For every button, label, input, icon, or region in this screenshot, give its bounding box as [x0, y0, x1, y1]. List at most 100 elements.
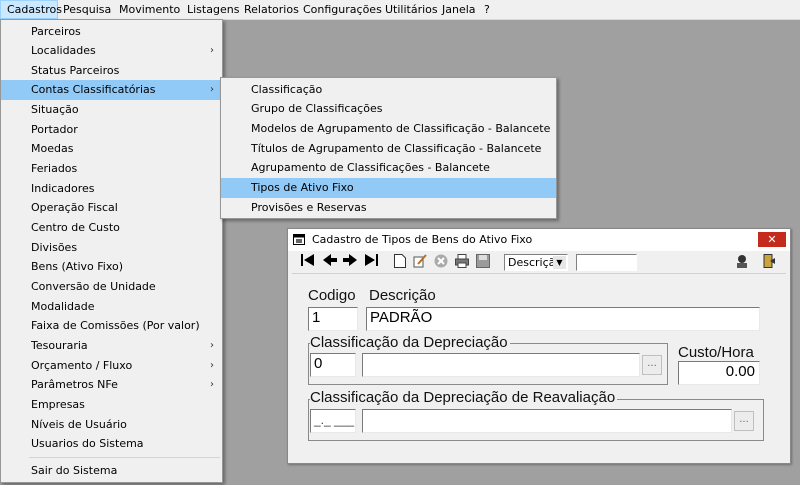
chevron-right-icon: ›	[210, 360, 214, 371]
menu-item-label: Centro de Custo	[31, 221, 120, 234]
menu-listagens[interactable]: Listagens	[187, 0, 239, 19]
chevron-right-icon: ›	[210, 340, 214, 351]
codigo-field[interactable]: 1	[308, 307, 358, 331]
menu-item-label: Situação	[31, 103, 79, 116]
classificacao-depreciacao-lookup-button[interactable]: ...	[642, 355, 662, 375]
menu-movimento[interactable]: Movimento	[119, 0, 180, 19]
menu-item-label: Bens (Ativo Fixo)	[31, 260, 124, 273]
search-field-select[interactable]: Descrição ▼	[504, 254, 568, 271]
prev-record-icon[interactable]	[322, 254, 338, 270]
menu-item-label: Provisões e Reservas	[251, 201, 367, 214]
window-title: Cadastro de Tipos de Bens do Ativo Fixo	[312, 233, 533, 246]
menu-pesquisa[interactable]: Pesquisa	[63, 0, 111, 19]
menu-item-portador[interactable]: Portador	[1, 120, 222, 140]
submenu-item-tipos-de-ativo-fixo[interactable]: Tipos de Ativo Fixo	[221, 178, 556, 198]
classificacao-depreciacao-desc-field[interactable]	[362, 353, 640, 377]
menu-item-label: Empresas	[31, 398, 85, 411]
menu-item-niveis-de-usuario[interactable]: Níveis de Usuário	[1, 415, 222, 435]
classificacao-depreciacao-code-field[interactable]: 0	[310, 353, 356, 377]
menu-utilitarios[interactable]: Utilitários	[385, 0, 438, 19]
chevron-right-icon: ›	[210, 45, 214, 56]
menu-item-parametros-nfe[interactable]: Parâmetros NFe ›	[1, 375, 222, 395]
delete-record-icon[interactable]	[433, 254, 449, 270]
submenu-item-grupo-de-classificacoes[interactable]: Grupo de Classificações	[221, 99, 556, 119]
menu-item-label: Moedas	[31, 142, 74, 155]
menu-item-moedas[interactable]: Moedas	[1, 139, 222, 159]
menu-item-feriados[interactable]: Feriados	[1, 159, 222, 179]
menu-item-label: Status Parceiros	[31, 64, 120, 77]
menu-item-label: Contas Classificatórias	[31, 83, 156, 96]
menu-item-situacao[interactable]: Situação	[1, 100, 222, 120]
exit-door-icon[interactable]	[761, 254, 777, 270]
next-record-icon[interactable]	[342, 254, 358, 270]
cadastros-dropdown: Parceiros Localidades › Status Parceiros …	[0, 19, 223, 483]
menu-cadastros[interactable]: Cadastros	[0, 0, 62, 19]
print-icon[interactable]	[454, 254, 470, 270]
descricao-field[interactable]: PADRÃO	[366, 307, 760, 331]
menu-item-indicadores[interactable]: Indicadores	[1, 179, 222, 199]
edit-record-icon[interactable]	[412, 254, 428, 270]
user-icon[interactable]	[734, 254, 750, 270]
menu-item-conversao-de-unidade[interactable]: Conversão de Unidade	[1, 277, 222, 297]
submenu-item-modelos-de-agrupamento[interactable]: Modelos de Agrupamento de Classificação …	[221, 119, 556, 139]
record-toolbar: Descrição ▼	[292, 251, 786, 274]
menu-bar: Cadastros Pesquisa Movimento Listagens R…	[0, 0, 800, 20]
menu-separator	[29, 457, 220, 458]
menu-item-bens-ativo-fixo[interactable]: Bens (Ativo Fixo)	[1, 257, 222, 277]
classificacao-reavaliacao-label: Classificação da Depreciação de Reavalia…	[310, 389, 618, 406]
menu-item-label: Níveis de Usuário	[31, 418, 127, 431]
new-record-icon[interactable]	[392, 254, 408, 270]
menu-item-empresas[interactable]: Empresas	[1, 395, 222, 415]
chevron-down-icon: ▼	[553, 256, 566, 269]
chevron-right-icon: ›	[210, 379, 214, 390]
classificacao-depreciacao-label: Classificação da Depreciação	[310, 334, 510, 351]
search-input[interactable]	[576, 254, 637, 271]
classificacao-reavaliacao-desc-field[interactable]	[362, 409, 732, 433]
menu-item-parceiros[interactable]: Parceiros	[1, 22, 222, 42]
menu-item-tesouraria[interactable]: Tesouraria ›	[1, 336, 222, 356]
menu-item-label: Portador	[31, 123, 78, 136]
save-icon[interactable]	[475, 254, 491, 270]
menu-item-label: Parceiros	[31, 25, 81, 38]
menu-item-label: Indicadores	[31, 182, 95, 195]
menu-item-label: Tesouraria	[31, 339, 88, 352]
menu-item-label: Modalidade	[31, 300, 95, 313]
menu-item-divisoes[interactable]: Divisões	[1, 238, 222, 258]
menu-configuracoes[interactable]: Configurações	[303, 0, 382, 19]
menu-item-label: Tipos de Ativo Fixo	[251, 181, 354, 194]
custo-hora-field[interactable]: 0.00	[678, 361, 760, 385]
menu-item-label: Sair do Sistema	[31, 464, 118, 477]
codigo-label: Codigo	[308, 287, 356, 304]
menu-help[interactable]: ?	[484, 0, 490, 19]
menu-item-label: Classificação	[251, 83, 323, 96]
menu-item-status-parceiros[interactable]: Status Parceiros	[1, 61, 222, 81]
last-record-icon[interactable]	[364, 254, 380, 270]
menu-item-contas-classificatorias[interactable]: Contas Classificatórias ›	[1, 80, 222, 100]
menu-item-label: Parâmetros NFe	[31, 378, 118, 391]
window-title-bar[interactable]: Cadastro de Tipos de Bens do Ativo Fixo …	[288, 229, 790, 251]
classificacao-reavaliacao-lookup-button[interactable]: ...	[734, 411, 754, 431]
close-button[interactable]: ✕	[758, 232, 786, 247]
submenu-item-agrupamento-de-classificacoes[interactable]: Agrupamento de Classificações - Balancet…	[221, 158, 556, 178]
menu-item-orcamento-fluxo[interactable]: Orçamento / Fluxo ›	[1, 356, 222, 376]
menu-item-operacao-fiscal[interactable]: Operação Fiscal	[1, 198, 222, 218]
menu-item-label: Agrupamento de Classificações - Balancet…	[251, 161, 490, 174]
menu-item-modalidade[interactable]: Modalidade	[1, 297, 222, 317]
menu-janela[interactable]: Janela	[442, 0, 476, 19]
classificacao-reavaliacao-code-field[interactable]: _._ ___	[310, 409, 356, 433]
submenu-item-titulos-de-agrupamento[interactable]: Títulos de Agrupamento de Classificação …	[221, 139, 556, 159]
custo-hora-label: Custo/Hora	[678, 344, 754, 361]
menu-item-usuarios-do-sistema[interactable]: Usuarios do Sistema	[1, 434, 222, 454]
menu-item-localidades[interactable]: Localidades ›	[1, 41, 222, 61]
menu-item-faixa-de-comissoes[interactable]: Faixa de Comissões (Por valor)	[1, 316, 222, 336]
menu-item-sair-do-sistema[interactable]: Sair do Sistema	[1, 461, 222, 481]
first-record-icon[interactable]	[300, 254, 316, 270]
descricao-label: Descrição	[369, 287, 436, 304]
submenu-item-provisoes-e-reservas[interactable]: Provisões e Reservas	[221, 198, 556, 218]
menu-item-label: Divisões	[31, 241, 78, 254]
menu-item-label: Conversão de Unidade	[31, 280, 156, 293]
menu-item-label: Feriados	[31, 162, 78, 175]
submenu-item-classificacao[interactable]: Classificação	[221, 80, 556, 100]
menu-relatorios[interactable]: Relatorios	[244, 0, 299, 19]
menu-item-centro-de-custo[interactable]: Centro de Custo	[1, 218, 222, 238]
